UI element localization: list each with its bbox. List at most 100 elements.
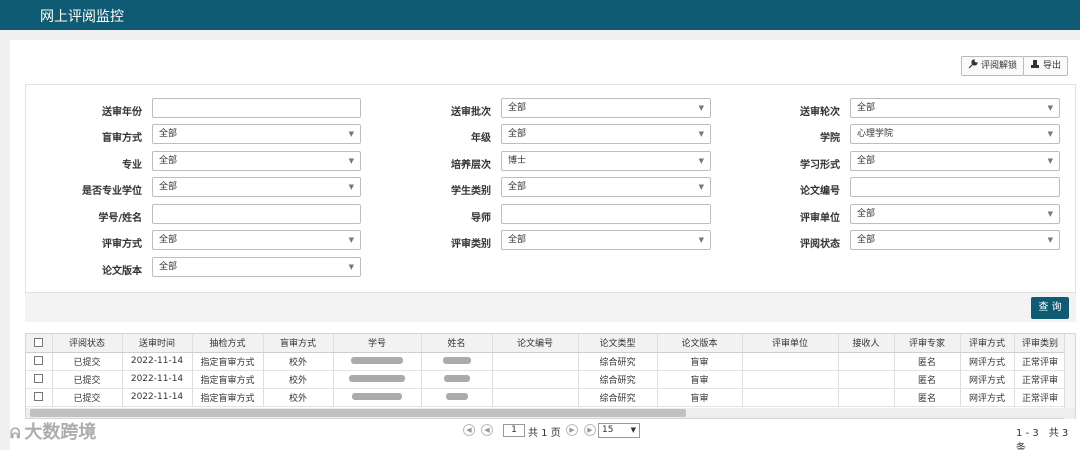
cell-category: 正常评审	[1014, 388, 1067, 407]
cell-expert: 匿名	[894, 370, 961, 389]
page-size-select[interactable]: 15 ▼	[598, 423, 640, 438]
select-all-checkbox[interactable]	[26, 334, 53, 353]
cell-category: 正常评审	[1014, 370, 1067, 389]
prof-degree-select[interactable]: 全部 ▼	[152, 177, 361, 197]
col-header[interactable]: 学号	[333, 334, 422, 353]
cell-sampling: 指定盲审方式	[192, 388, 264, 407]
export-button[interactable]: 导出	[1023, 56, 1069, 76]
cell-unit	[742, 370, 839, 389]
col-header[interactable]: 论文类型	[578, 334, 658, 353]
cell-mode: 网评方式	[960, 388, 1015, 407]
cell-date: 2022-11-14	[122, 388, 193, 407]
cell-version: 盲审	[657, 370, 743, 389]
cell-mode: 网评方式	[960, 370, 1015, 389]
cell-mode: 网评方式	[960, 352, 1015, 371]
send-batch-label: 送审批次	[451, 107, 491, 118]
study-form-select[interactable]: 全部 ▼	[850, 151, 1060, 171]
send-batch-select[interactable]: 全部 ▼	[501, 98, 711, 118]
col-header[interactable]: 姓名	[421, 334, 493, 353]
search-button[interactable]: 查 询	[1031, 297, 1069, 319]
unlock-review-button[interactable]: 评阅解锁	[961, 56, 1025, 76]
next-page-button[interactable]: ▶	[566, 424, 578, 436]
review-mode-select[interactable]: 全部 ▼	[152, 230, 361, 250]
cell-name-redacted	[421, 370, 493, 389]
cell-unit	[742, 388, 839, 407]
cell-thesis-no	[492, 370, 579, 389]
last-page-button[interactable]: ▶	[584, 424, 596, 436]
cell-student-id-redacted	[333, 370, 422, 389]
wrench-icon	[968, 59, 978, 69]
col-header[interactable]: 评审方式	[960, 334, 1015, 353]
chevron-down-icon: ▼	[698, 157, 704, 165]
cell-status: 已提交	[52, 370, 123, 389]
chevron-down-icon: ▼	[1047, 130, 1053, 138]
col-header[interactable]: 评审类别	[1014, 334, 1067, 353]
chevron-down-icon: ▼	[1047, 104, 1053, 112]
cell-student-id-redacted	[333, 352, 422, 371]
col-header[interactable]: 评阅状态	[52, 334, 123, 353]
table-header-row: 评阅状态 送审时间 抽检方式 盲审方式 学号 姓名 论文编号 论文类型 论文版本…	[26, 334, 1067, 353]
review-unit-label: 评审单位	[800, 213, 840, 224]
student-type-select[interactable]: 全部 ▼	[501, 177, 711, 197]
horizontal-scroll-thumb[interactable]	[30, 409, 686, 417]
cell-name-redacted	[421, 388, 493, 407]
advisor-input[interactable]	[501, 204, 711, 224]
review-type-select[interactable]: 全部 ▼	[501, 230, 711, 250]
filter-footer	[25, 292, 1076, 322]
thesis-version-select[interactable]: 全部 ▼	[152, 257, 361, 277]
col-header[interactable]: 送审时间	[122, 334, 193, 353]
cell-status: 已提交	[52, 388, 123, 407]
col-header[interactable]: 评审专家	[894, 334, 961, 353]
college-select[interactable]: 心理学院 ▼	[850, 124, 1060, 144]
table-row[interactable]: 已提交 2022-11-14 指定盲审方式 校外 综合研究 盲审 匿名 网评方式…	[26, 370, 1067, 389]
chevron-down-icon: ▼	[630, 426, 636, 434]
major-label: 专业	[122, 160, 142, 171]
filter-form	[25, 84, 1076, 322]
table-row[interactable]: 已提交 2022-11-14 指定盲审方式 校外 综合研究 盲审 匿名 网评方式…	[26, 352, 1067, 371]
level-select[interactable]: 博士 ▼	[501, 151, 711, 171]
col-header[interactable]: 抽检方式	[192, 334, 264, 353]
grade-select[interactable]: 全部 ▼	[501, 124, 711, 144]
review-mode-label: 评审方式	[102, 239, 142, 250]
export-icon	[1031, 60, 1039, 68]
chevron-down-icon: ▼	[348, 183, 354, 191]
page-title: 网上评阅监控	[40, 9, 124, 25]
logo-icon: ᕱ	[10, 426, 21, 442]
cell-blind: 校外	[263, 352, 334, 371]
thesis-no-label: 论文编号	[800, 186, 840, 197]
row-checkbox[interactable]	[26, 388, 53, 407]
study-form-label: 学习形式	[800, 160, 840, 171]
review-unit-select[interactable]: 全部 ▼	[850, 204, 1060, 224]
review-status-select[interactable]: 全部 ▼	[850, 230, 1060, 250]
chevron-down-icon: ▼	[698, 236, 704, 244]
table-row[interactable]: 已提交 2022-11-14 指定盲审方式 校外 综合研究 盲审 匿名 网评方式…	[26, 388, 1067, 407]
cell-receiver	[838, 388, 895, 407]
col-header[interactable]: 接收人	[838, 334, 895, 353]
student-id-name-input[interactable]	[152, 204, 361, 224]
row-checkbox[interactable]	[26, 352, 53, 371]
title-bar: 网上评阅监控	[0, 0, 1080, 30]
cell-category: 正常评审	[1014, 352, 1067, 371]
col-header[interactable]: 盲审方式	[263, 334, 334, 353]
row-checkbox[interactable]	[26, 370, 53, 389]
vertical-scrollbar[interactable]	[1064, 334, 1075, 419]
page-number-input[interactable]: 1	[503, 424, 525, 437]
cell-sampling: 指定盲审方式	[192, 352, 264, 371]
first-page-button[interactable]: ◀	[463, 424, 475, 436]
chevron-down-icon: ▼	[1047, 236, 1053, 244]
thesis-no-input[interactable]	[850, 177, 1060, 197]
cell-expert: 匿名	[894, 388, 961, 407]
cell-type: 综合研究	[578, 370, 658, 389]
col-header[interactable]: 论文版本	[657, 334, 743, 353]
send-round-select[interactable]: 全部 ▼	[850, 98, 1060, 118]
cell-receiver	[838, 370, 895, 389]
prev-page-button[interactable]: ◀	[481, 424, 493, 436]
major-select[interactable]: 全部 ▼	[152, 151, 361, 171]
blind-mode-select[interactable]: 全部 ▼	[152, 124, 361, 144]
page-summary: 1 - 3 共 3 条	[1016, 428, 1069, 450]
cell-version: 盲审	[657, 352, 743, 371]
send-year-input[interactable]	[152, 98, 361, 118]
chevron-down-icon: ▼	[1047, 210, 1053, 218]
col-header[interactable]: 论文编号	[492, 334, 579, 353]
col-header[interactable]: 评审单位	[742, 334, 839, 353]
